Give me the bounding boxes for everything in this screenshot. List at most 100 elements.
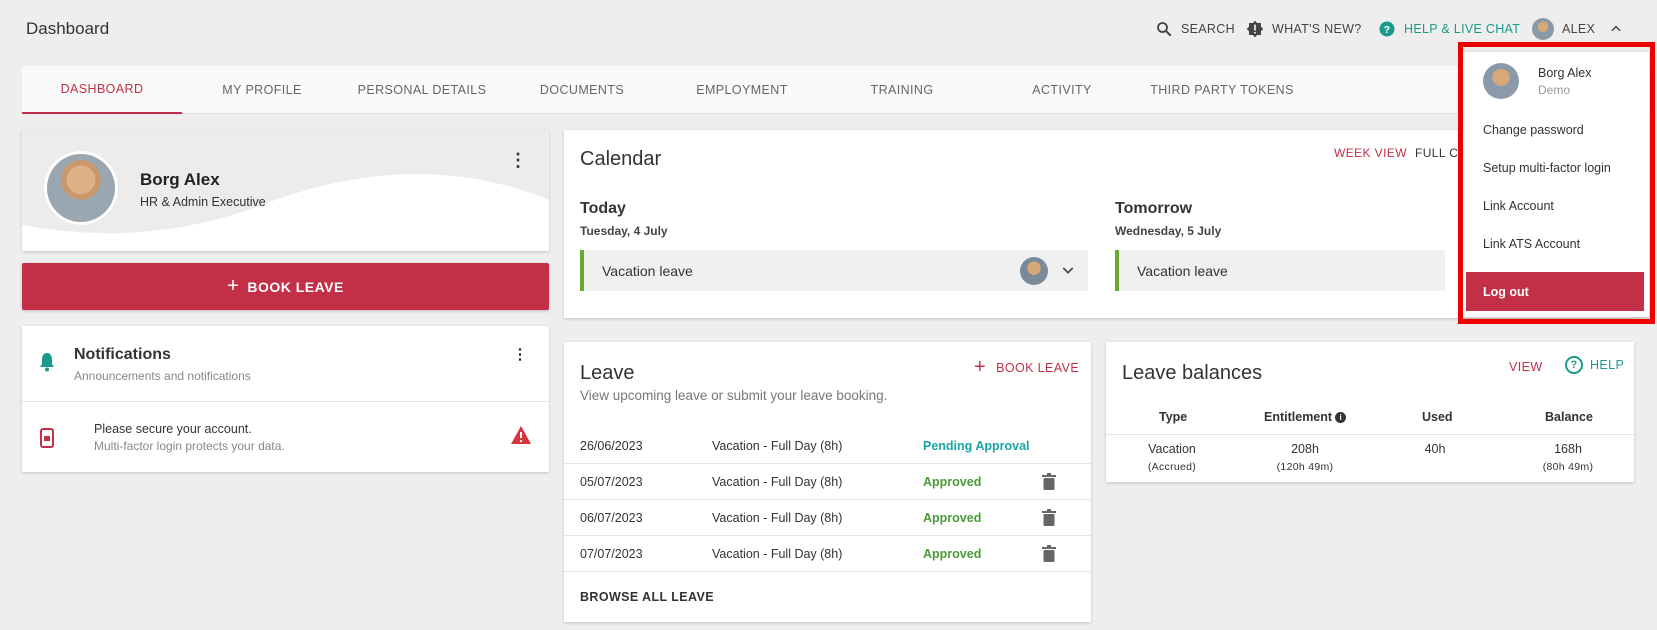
view-balances-button[interactable]: VIEW [1509, 360, 1543, 374]
leave-balances-title: Leave balances [1122, 362, 1263, 384]
avatar [1532, 18, 1554, 40]
leave-date: 05/07/2023 [580, 475, 643, 489]
divider [1106, 434, 1634, 435]
profile-more-icon[interactable]: ⋮ [508, 150, 528, 170]
leave-date: 07/07/2023 [580, 547, 643, 561]
leave-type: Vacation - Full Day (8h) [712, 475, 843, 489]
notification-message-detail: Multi-factor login protects your data. [94, 439, 285, 453]
balance-type-sub: (Accrued) [1147, 461, 1197, 473]
whats-new-button[interactable]: WHAT'S NEW? [1246, 20, 1361, 38]
avatar [1020, 257, 1048, 285]
search-icon [1157, 22, 1172, 37]
leave-type: Vacation - Full Day (8h) [712, 547, 843, 561]
tab-third-party-tokens[interactable]: THIRD PARTY TOKENS [1142, 66, 1302, 114]
notifications-card: Notifications Announcements and notifica… [22, 326, 549, 472]
balances-help-button[interactable]: ? HELP [1565, 356, 1624, 374]
user-label: ALEX [1562, 22, 1596, 36]
leave-date: 06/07/2023 [580, 511, 643, 525]
leave-type: Vacation - Full Day (8h) [712, 439, 843, 453]
table-row[interactable]: 07/07/2023 Vacation - Full Day (8h) Appr… [564, 536, 1091, 572]
table-row[interactable]: 06/07/2023 Vacation - Full Day (8h) Appr… [564, 500, 1091, 536]
book-leave-button[interactable]: + BOOK LEAVE [22, 263, 549, 310]
event-label: Vacation leave [1137, 262, 1228, 279]
top-bar: Dashboard SEARCH WHAT'S NEW? ? HELP & LI… [0, 0, 1657, 58]
plus-icon: + [227, 275, 240, 297]
tomorrow-date: Wednesday, 5 July [1115, 224, 1222, 238]
balance-remaining: 168h [1554, 442, 1582, 456]
tab-activity[interactable]: ACTIVITY [982, 66, 1142, 114]
help-icon: ? [1379, 21, 1395, 37]
tomorrow-event[interactable]: Vacation leave [1115, 250, 1445, 291]
help-live-chat-button[interactable]: ? HELP & LIVE CHAT [1378, 20, 1520, 38]
menu-item-setup-mfa[interactable]: Setup multi-factor login [1463, 150, 1649, 186]
whats-new-label: WHAT'S NEW? [1272, 22, 1362, 36]
logout-button[interactable]: Log out [1466, 272, 1644, 311]
menu-item-change-password[interactable]: Change password [1463, 112, 1649, 148]
profile-role: HR & Admin Executive [140, 195, 266, 209]
balance-used: 40h [1424, 442, 1446, 456]
menu-item-link-ats-account[interactable]: Link ATS Account [1463, 226, 1649, 262]
badge-alert-icon [1246, 20, 1264, 38]
tab-employment[interactable]: EMPLOYMENT [662, 66, 822, 114]
phone-lock-icon [40, 428, 54, 448]
tab-training[interactable]: TRAINING [822, 66, 982, 114]
leave-title: Leave [580, 362, 635, 384]
chevron-down-icon[interactable] [1060, 262, 1076, 278]
profile-card: Borg Alex HR & Admin Executive ⋮ [22, 130, 549, 251]
trash-icon[interactable] [1042, 509, 1056, 526]
tab-my-profile[interactable]: MY PROFILE [182, 66, 342, 114]
search-button[interactable]: SEARCH [1155, 20, 1235, 38]
tab-dashboard[interactable]: DASHBOARD [22, 66, 182, 114]
balance-entitlement: 208h [1291, 442, 1319, 456]
column-header: Type [1159, 410, 1188, 424]
trash-icon[interactable] [1042, 545, 1056, 562]
today-event[interactable]: Vacation leave [580, 250, 1088, 291]
status-badge: Approved [923, 547, 982, 561]
week-view-button[interactable]: WEEK VIEW [1334, 146, 1407, 160]
today-date: Tuesday, 4 July [580, 224, 668, 238]
table-row[interactable]: 26/06/2023 Vacation - Full Day (8h) Pend… [564, 428, 1091, 464]
browse-all-leave-button[interactable]: BROWSE ALL LEAVE [580, 590, 714, 604]
warning-icon [511, 426, 531, 444]
notifications-title: Notifications [74, 346, 171, 363]
column-header-entitlement: Entitlement i [1264, 410, 1347, 424]
tab-personal-details[interactable]: PERSONAL DETAILS [342, 66, 502, 114]
search-label: SEARCH [1181, 22, 1235, 36]
leave-date: 26/06/2023 [580, 439, 643, 453]
notifications-subtitle: Announcements and notifications [74, 369, 251, 383]
page-title: Dashboard [26, 19, 110, 38]
profile-name: Borg Alex [140, 170, 220, 189]
leave-book-label: BOOK LEAVE [996, 360, 1080, 375]
leave-subtitle: View upcoming leave or submit your leave… [580, 388, 888, 403]
tab-bar: DASHBOARD MY PROFILE PERSONAL DETAILS DO… [22, 66, 1655, 114]
menu-user-name: Borg Alex [1538, 66, 1592, 80]
balance-type: Vacation [1148, 442, 1196, 456]
status-badge: Approved [923, 475, 982, 489]
tomorrow-label: Tomorrow [1115, 200, 1193, 217]
balance-remaining-sub: (80h 49m) [1542, 461, 1594, 473]
notification-message[interactable]: Please secure your account. [94, 422, 252, 436]
tab-documents[interactable]: DOCUMENTS [502, 66, 662, 114]
profile-avatar [47, 154, 115, 222]
user-menu-button[interactable]: ALEX [1532, 18, 1623, 40]
plus-icon: + [974, 356, 987, 378]
column-header: Used [1422, 410, 1453, 424]
leave-book-button[interactable]: + BOOK LEAVE [974, 356, 1079, 379]
column-header: Entitlement [1264, 410, 1333, 424]
divider [22, 401, 549, 402]
full-calendar-button[interactable]: FULL C [1415, 146, 1458, 160]
info-icon[interactable]: i [1335, 412, 1347, 423]
trash-icon[interactable] [1042, 473, 1056, 490]
chevron-up-icon [1611, 25, 1621, 32]
status-badge: Pending Approval [923, 439, 1030, 453]
table-row[interactable]: 05/07/2023 Vacation - Full Day (8h) Appr… [564, 464, 1091, 500]
menu-item-link-account[interactable]: Link Account [1463, 188, 1649, 224]
calendar-title: Calendar [580, 148, 662, 170]
help-icon: ? [1565, 356, 1583, 374]
notifications-more-icon[interactable]: ⋮ [510, 344, 530, 364]
help-label: HELP [1590, 358, 1625, 372]
book-leave-label: BOOK LEAVE [247, 278, 344, 295]
column-header: Balance [1545, 410, 1593, 424]
menu-user-role: Demo [1538, 83, 1571, 97]
event-label: Vacation leave [602, 262, 693, 279]
